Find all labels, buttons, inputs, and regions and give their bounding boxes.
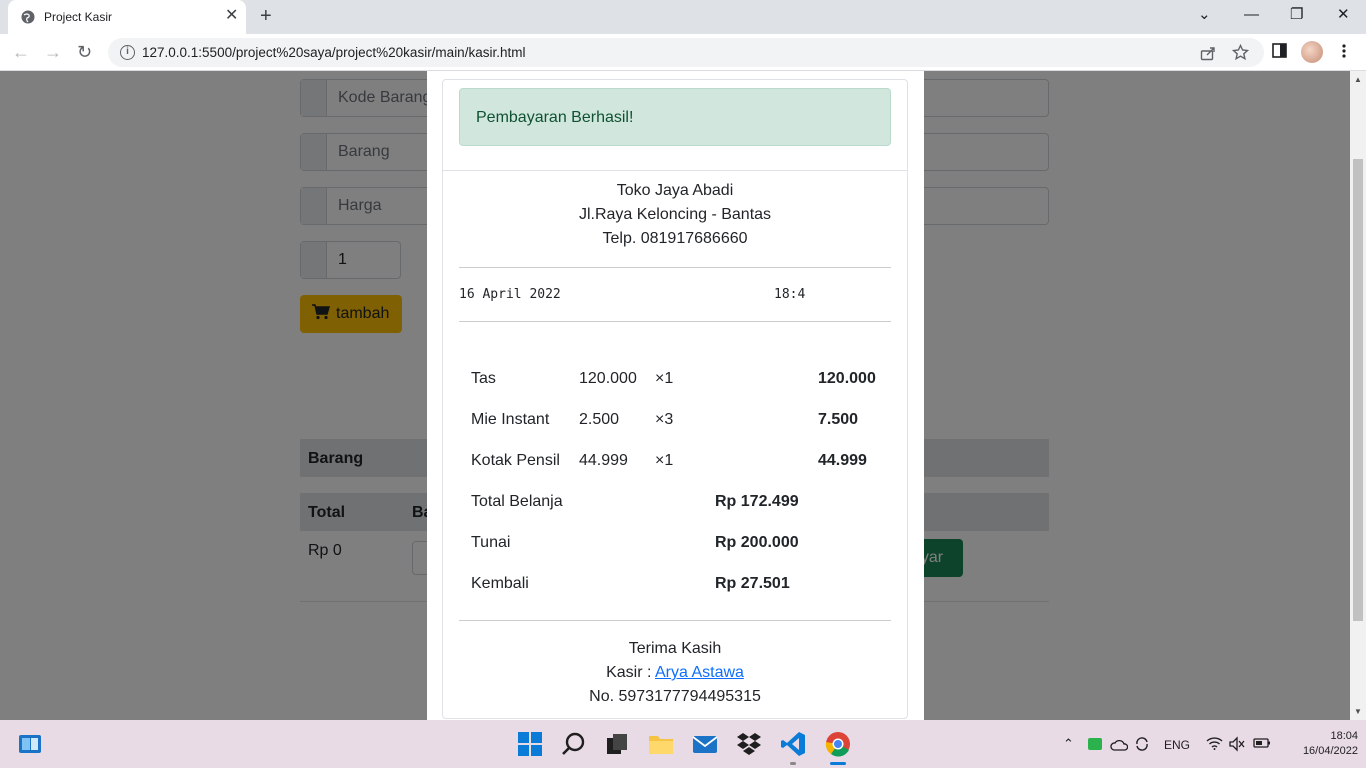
kasir-line: Kasir : Arya Astawa — [443, 664, 907, 682]
store-name: Toko Jaya Abadi — [616, 182, 734, 199]
store-address: Jl.Raya Keloncing - Bantas — [578, 206, 772, 223]
summary-value: Rp 27.501 — [715, 575, 790, 592]
divider — [459, 267, 891, 268]
item-price: 2.500 — [579, 411, 620, 428]
scroll-up-icon[interactable]: ▲ — [1354, 75, 1362, 84]
bookmark-star-icon[interactable] — [1232, 44, 1249, 61]
tab-close-icon[interactable]: ✕ — [225, 8, 238, 24]
receipt-number: No. 5973177794495315 — [589, 688, 761, 705]
tray-overflow-icon[interactable]: ⌃ — [1063, 736, 1074, 752]
forward-button[interactable]: → — [44, 42, 62, 62]
share-icon[interactable] — [1200, 45, 1216, 61]
mail-icon[interactable] — [692, 731, 718, 757]
summary-label: Tunai — [471, 534, 511, 551]
page-content: Kode Barang Barang Harga 1 tambah Barang… — [0, 71, 1350, 720]
wifi-icon[interactable] — [1206, 736, 1223, 750]
item-subtotal: 7.500 — [818, 411, 859, 428]
receipt-time: 18:4 — [774, 287, 806, 302]
item-qty: ×1 — [655, 452, 674, 469]
reload-button[interactable]: ↻ — [77, 42, 92, 62]
vscode-icon[interactable] — [780, 731, 806, 757]
receipt-date: 16 April 2022 — [459, 287, 561, 302]
scroll-down-icon[interactable]: ▼ — [1354, 707, 1362, 716]
browser-tab[interactable]: Project Kasir ✕ — [8, 0, 246, 34]
close-window-button[interactable]: ✕ — [1337, 6, 1350, 24]
task-view-icon[interactable] — [604, 731, 630, 757]
chrome-icon[interactable] — [825, 731, 851, 757]
onedrive-icon[interactable] — [1110, 737, 1128, 751]
alert-text: Pembayaran Berhasil! — [476, 109, 634, 126]
clock-time: 18:04 — [1330, 730, 1358, 742]
browser-tab-bar: Project Kasir ✕ + ⌄ — ❐ ✕ — [0, 0, 1366, 34]
side-panel-icon[interactable] — [1272, 43, 1287, 58]
battery-icon[interactable] — [1253, 737, 1271, 749]
success-alert: Pembayaran Berhasil! — [459, 88, 891, 146]
open-app-indicator — [790, 762, 796, 765]
address-bar[interactable]: i 127.0.0.1:5500/project%20saya/project%… — [108, 38, 1264, 67]
item-name: Kotak Pensil — [471, 452, 560, 469]
divider — [459, 321, 891, 322]
back-button[interactable]: ← — [12, 42, 30, 62]
item-qty: ×3 — [655, 411, 674, 428]
kasir-name-link[interactable]: Arya Astawa — [655, 664, 744, 681]
minimize-button[interactable]: — — [1244, 6, 1259, 24]
site-info-icon[interactable]: i — [120, 45, 135, 60]
windows-taskbar: ⌃ ENG 18:04 16/04/2022 — [0, 720, 1366, 768]
receipt-modal: Pembayaran Berhasil! Toko Jaya Abadi Jl.… — [427, 71, 924, 720]
widgets-icon[interactable] — [17, 731, 43, 757]
globe-icon — [21, 10, 35, 24]
divider — [459, 620, 891, 621]
summary-value: Rp 172.499 — [715, 493, 799, 510]
item-name: Mie Instant — [471, 411, 550, 428]
menu-kebab-icon[interactable] — [1340, 43, 1348, 59]
summary-value: Rp 200.000 — [715, 534, 799, 551]
url-text[interactable]: 127.0.0.1:5500/project%20saya/project%20… — [142, 45, 525, 60]
receipt-card: Pembayaran Berhasil! Toko Jaya Abadi Jl.… — [442, 79, 908, 719]
summary-label: Kembali — [471, 575, 529, 592]
tab-search-icon[interactable]: ⌄ — [1198, 6, 1211, 24]
item-qty: ×1 — [655, 370, 674, 387]
system-clock[interactable]: 18:04 16/04/2022 — [1278, 729, 1358, 759]
language-indicator[interactable]: ENG — [1164, 738, 1190, 752]
summary-label: Total Belanja — [471, 493, 563, 510]
dropbox-icon[interactable] — [736, 731, 762, 757]
clock-date: 16/04/2022 — [1302, 745, 1358, 757]
file-explorer-icon[interactable] — [648, 731, 674, 757]
page-scrollbar[interactable]: ▲ ▼ — [1350, 71, 1366, 720]
active-app-indicator — [830, 762, 846, 765]
item-price: 120.000 — [579, 370, 637, 387]
restore-button[interactable]: ❐ — [1290, 6, 1303, 24]
store-phone: Telp. 081917686660 — [602, 230, 748, 247]
thanks-text: Terima Kasih — [628, 640, 722, 657]
profile-avatar[interactable] — [1301, 41, 1323, 63]
start-windows-icon[interactable] — [517, 731, 543, 757]
tray-app-icon[interactable] — [1087, 736, 1103, 752]
item-name: Tas — [471, 370, 496, 387]
divider — [443, 170, 907, 171]
item-price: 44.999 — [579, 452, 628, 469]
tab-title: Project Kasir — [44, 10, 113, 24]
kasir-label: Kasir : — [606, 664, 655, 681]
volume-muted-icon[interactable] — [1229, 736, 1245, 752]
sync-icon[interactable] — [1134, 736, 1150, 752]
browser-toolbar: ← → ↻ i 127.0.0.1:5500/project%20saya/pr… — [0, 34, 1366, 71]
item-subtotal: 44.999 — [818, 452, 867, 469]
search-icon[interactable] — [561, 731, 587, 757]
scroll-thumb[interactable] — [1353, 159, 1363, 621]
new-tab-button[interactable]: + — [260, 6, 272, 26]
item-subtotal: 120.000 — [818, 370, 876, 387]
